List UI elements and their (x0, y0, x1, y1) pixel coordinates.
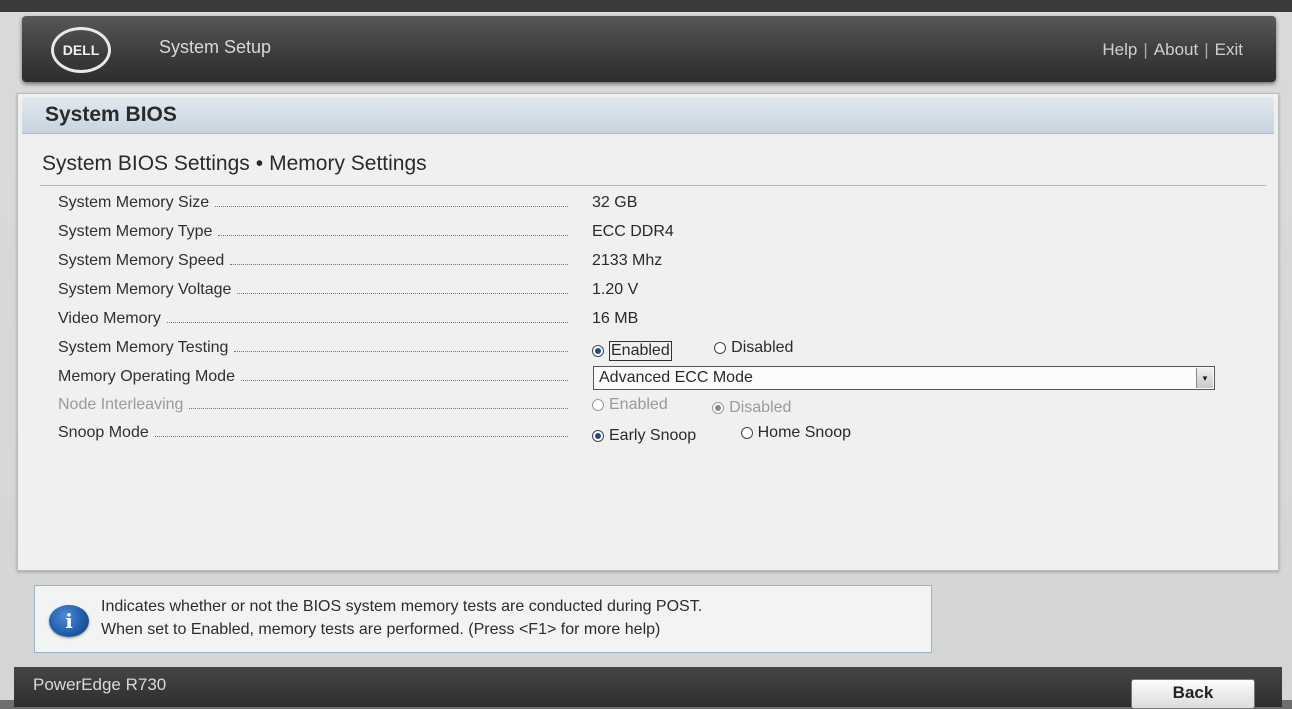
radio-selected-icon (592, 430, 604, 442)
leader-dots (240, 379, 568, 381)
header-bar: DELL System Setup Help | About | Exit (22, 16, 1276, 82)
radio-label: Enabled (609, 341, 672, 361)
setting-label: Memory Operating Mode (58, 368, 235, 385)
leader-dots (218, 234, 568, 236)
setting-label: System Memory Speed (58, 252, 225, 269)
help-box: i Indicates whether or not the BIOS syst… (34, 585, 932, 653)
setting-row-memory-testing: System Memory Testing Enabled Disabled (58, 339, 1258, 365)
radio-selected-icon (592, 345, 604, 357)
leader-dots (154, 435, 568, 437)
footer-bar: PowerEdge R730 Back (14, 667, 1282, 709)
radio-unselected-icon (714, 342, 727, 354)
setting-label: System Memory Size (58, 194, 210, 211)
exit-link[interactable]: Exit (1215, 40, 1243, 59)
link-separator: | (1143, 40, 1148, 59)
setting-row-snoop-mode: Snoop Mode Early Snoop Home Snoop (58, 424, 1258, 450)
breadcrumb-separator: • (255, 152, 264, 175)
radio-label: Enabled (609, 396, 668, 413)
radio-label: Disabled (731, 339, 794, 356)
radio-label: Disabled (729, 399, 792, 416)
screen: DELL System Setup Help | About | Exit System… (0, 0, 1292, 709)
back-button[interactable]: Back (1131, 679, 1255, 709)
select-value: Advanced ECC Mode (599, 369, 753, 386)
node-interleaving-options: Enabled Disabled (592, 396, 791, 417)
about-link[interactable]: About (1154, 40, 1198, 59)
node-interleaving-disabled-radio: Disabled (712, 399, 791, 417)
memory-testing-disabled-radio[interactable]: Disabled (714, 339, 793, 357)
breadcrumb: System BIOS Settings • Memory Settings (42, 152, 427, 176)
operating-mode-select[interactable]: Advanced ECC Mode ▼ (593, 366, 1215, 390)
snoop-mode-home-radio[interactable]: Home Snoop (740, 424, 852, 442)
leader-dots (189, 407, 568, 409)
setting-row-node-interleaving: Node Interleaving Enabled Disabled (58, 396, 1258, 422)
setting-row-memory-type: System Memory Type ECC DDR4 (58, 223, 1258, 249)
setting-row-memory-speed: System Memory Speed 2133 Mhz (58, 252, 1258, 278)
leader-dots (230, 263, 568, 265)
snoop-mode-early-radio[interactable]: Early Snoop (592, 427, 696, 445)
chevron-down-icon[interactable]: ▼ (1196, 368, 1213, 388)
setting-label: Node Interleaving (58, 396, 184, 413)
help-text: Indicates whether or not the BIOS system… (101, 595, 702, 641)
setting-label: System Memory Voltage (58, 281, 232, 298)
radio-selected-icon (712, 402, 725, 414)
help-text-line: When set to Enabled, memory tests are pe… (101, 621, 661, 638)
video-memory-value: 16 MB (592, 310, 639, 327)
memory-testing-options: Enabled Disabled (592, 339, 793, 361)
dell-logo: DELL (51, 27, 111, 73)
radio-unselected-icon (740, 427, 753, 439)
node-interleaving-enabled-radio: Enabled (592, 396, 668, 414)
leader-dots (166, 321, 568, 323)
setting-label: Video Memory (58, 310, 161, 327)
memory-speed-value: 2133 Mhz (592, 252, 663, 269)
setting-label: Snoop Mode (58, 424, 149, 441)
snoop-mode-options: Early Snoop Home Snoop (592, 424, 851, 445)
radio-label: Early Snoop (609, 427, 697, 444)
leader-dots (215, 205, 568, 207)
setting-label: System Memory Testing (58, 339, 229, 356)
server-model: PowerEdge R730 (33, 675, 167, 694)
link-separator: | (1204, 40, 1209, 59)
radio-unselected-icon (592, 399, 604, 411)
header-links: Help | About | Exit (1102, 40, 1243, 60)
leader-dots (237, 292, 568, 294)
settings-panel: System BIOS System BIOS Settings • Memory … (17, 93, 1279, 571)
setting-row-memory-size: System Memory Size 32 GB (58, 194, 1258, 220)
breadcrumb-item-bios-settings: System BIOS Settings (42, 152, 250, 175)
memory-testing-enabled-radio[interactable]: Enabled (592, 341, 672, 361)
setting-row-video-memory: Video Memory 16 MB (58, 310, 1258, 336)
setting-row-operating-mode: Memory Operating Mode Advanced ECC Mode … (58, 366, 1258, 394)
panel-title-bar: System BIOS (22, 97, 1274, 134)
setting-label: System Memory Type (58, 223, 213, 240)
memory-size-value: 32 GB (592, 194, 638, 211)
help-link[interactable]: Help (1102, 40, 1137, 59)
app-title: System Setup (159, 37, 272, 57)
memory-type-value: ECC DDR4 (592, 223, 674, 240)
page-title: System BIOS (45, 103, 177, 126)
radio-label: Home Snoop (757, 424, 852, 441)
leader-dots (234, 350, 568, 352)
setting-row-memory-voltage: System Memory Voltage 1.20 V (58, 281, 1258, 307)
info-icon: i (49, 605, 89, 637)
help-text-line: Indicates whether or not the BIOS system… (101, 598, 703, 615)
memory-voltage-value: 1.20 V (592, 281, 639, 298)
divider (40, 185, 1266, 186)
breadcrumb-item-memory-settings: Memory Settings (269, 152, 427, 175)
